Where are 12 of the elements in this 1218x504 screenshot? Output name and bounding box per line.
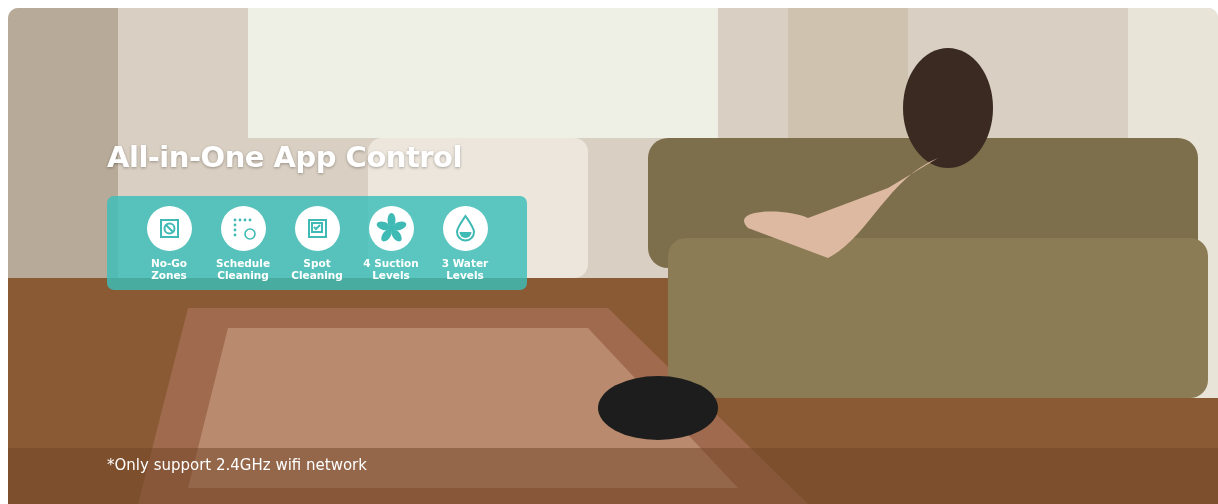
feature-label: Spot Cleaning <box>290 257 344 281</box>
feature-label: 4 Suction Levels <box>362 257 420 281</box>
suction-icon <box>368 206 414 251</box>
banner-title: All-in-One App Control <box>107 140 462 174</box>
feature-label: Schedule Cleaning <box>214 257 272 281</box>
water-icon <box>442 206 488 251</box>
schedule-icon <box>220 206 266 251</box>
feature-label: 3 Water Levels <box>440 257 490 281</box>
feature-label: No-Go Zones <box>149 257 189 281</box>
spot-icon <box>294 206 340 251</box>
footnote: *Only support 2.4GHz wifi network <box>107 456 367 474</box>
zone-icon <box>146 206 192 251</box>
